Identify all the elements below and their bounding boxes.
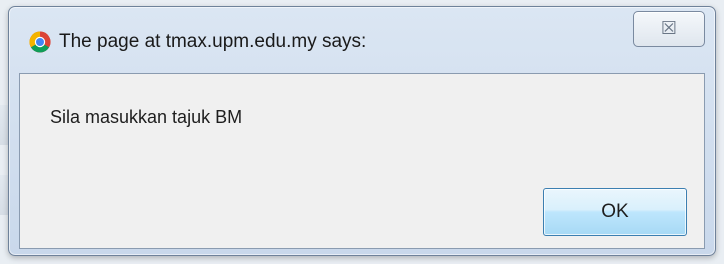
ok-button[interactable]: OK bbox=[543, 188, 687, 236]
close-button[interactable]: ☒ bbox=[633, 11, 705, 47]
dialog-title: The page at tmax.upm.edu.my says: bbox=[59, 31, 367, 52]
alert-message: Sila masukkan tajuk BM bbox=[50, 107, 243, 127]
close-icon: ☒ bbox=[660, 18, 678, 39]
dialog-content: Sila masukkan tajuk BM OK bbox=[19, 73, 705, 249]
dialog-title-bar[interactable]: The page at tmax.upm.edu.my says: ☒ bbox=[9, 7, 715, 73]
alert-dialog: The page at tmax.upm.edu.my says: ☒ Sila… bbox=[8, 6, 716, 256]
chrome-icon bbox=[29, 31, 51, 53]
